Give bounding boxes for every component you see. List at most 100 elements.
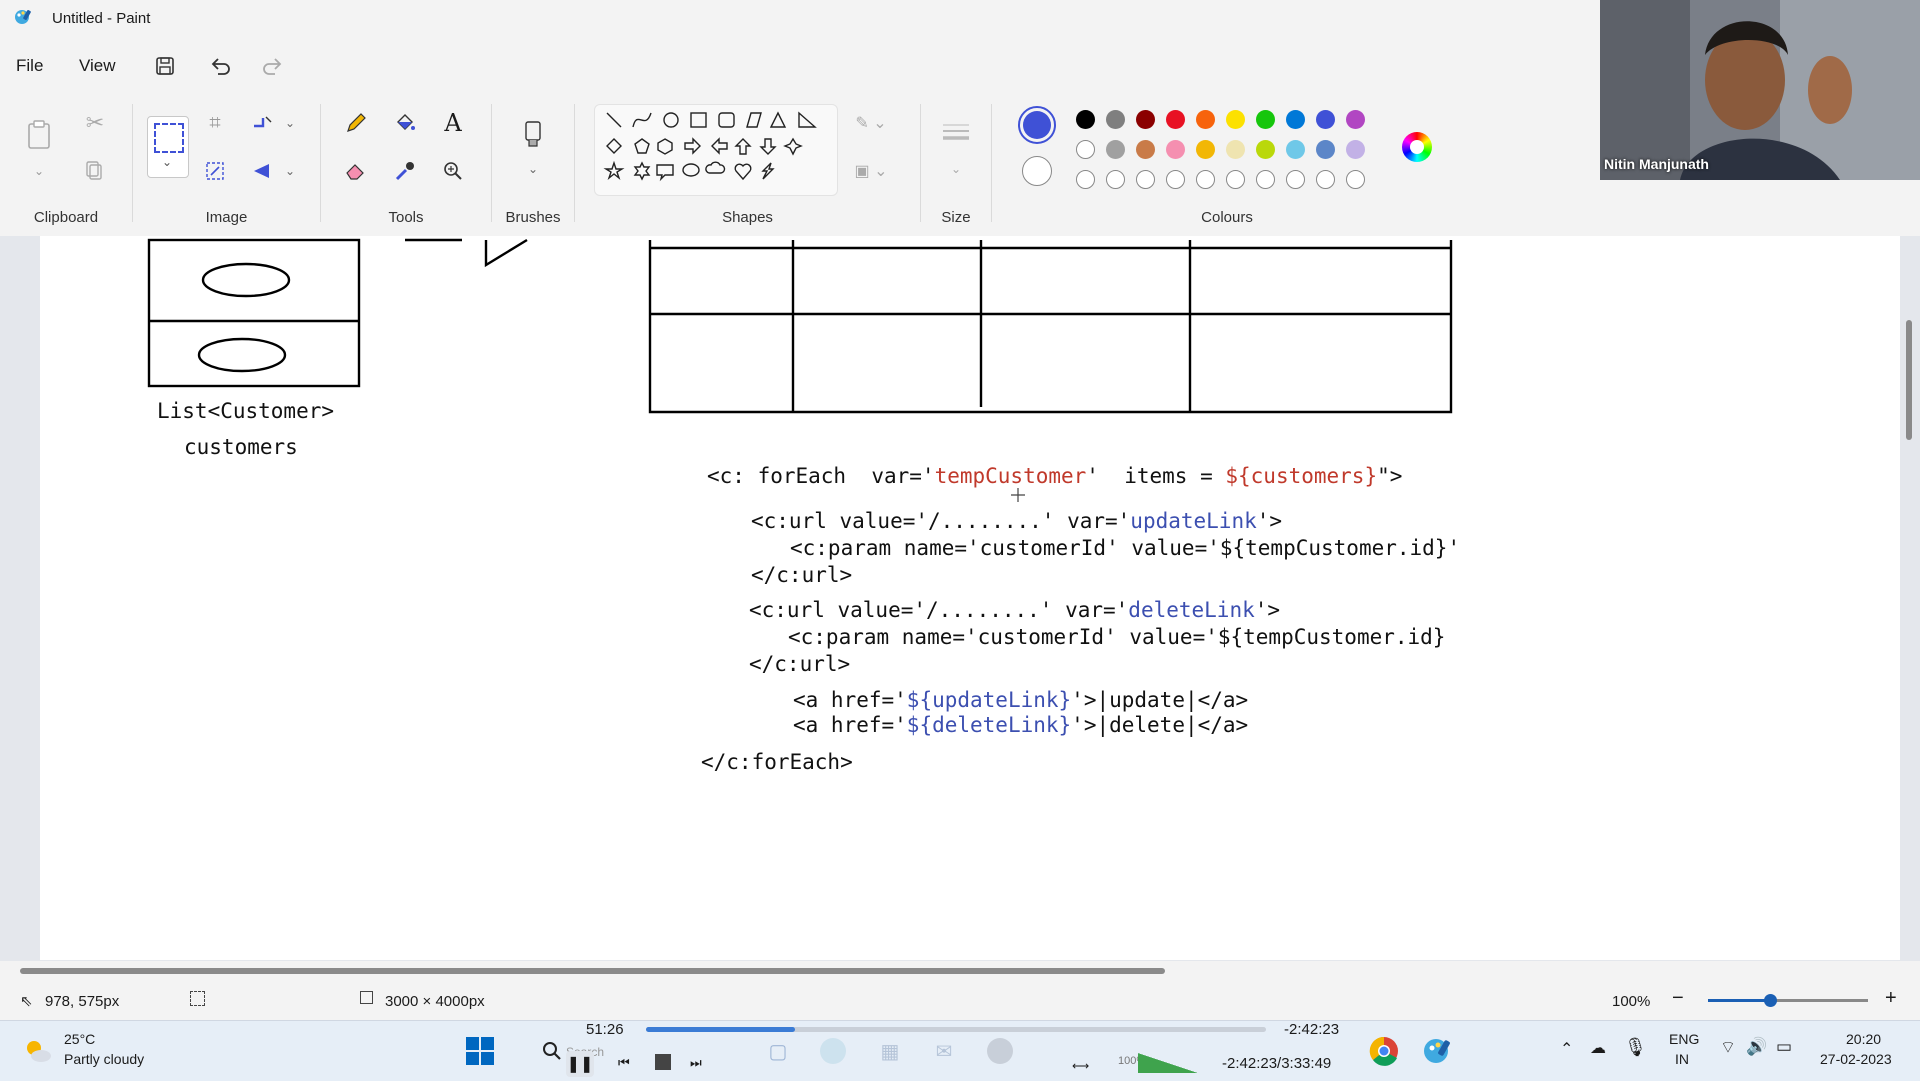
vertical-scrollbar[interactable]	[1906, 320, 1912, 440]
zoom-slider-thumb[interactable]	[1764, 994, 1777, 1007]
colour-swatch[interactable]	[1076, 170, 1095, 189]
text-icon[interactable]: A	[436, 106, 470, 140]
chevron-down-icon[interactable]: ⌄	[516, 152, 550, 186]
redo-icon[interactable]	[258, 52, 286, 80]
undo-icon[interactable]	[207, 52, 235, 80]
paint-taskbar-icon[interactable]	[1420, 1033, 1456, 1069]
size-lines-icon[interactable]	[939, 116, 973, 150]
outline-icon[interactable]: ✎ ⌄	[846, 106, 896, 140]
colour-swatch[interactable]	[1256, 140, 1275, 159]
horizontal-scrollbar[interactable]	[20, 968, 1165, 974]
colour-swatch[interactable]	[1106, 170, 1125, 189]
magnifier-icon[interactable]	[436, 154, 470, 188]
weather-icon[interactable]	[20, 1033, 56, 1069]
next-icon[interactable]: ⏭	[690, 1055, 702, 1071]
colour-swatch[interactable]	[1316, 170, 1335, 189]
language-line1[interactable]: ENG	[1669, 1031, 1699, 1047]
menu-view[interactable]: View	[79, 56, 116, 76]
colour-swatch[interactable]	[1106, 110, 1125, 129]
colour-swatch[interactable]	[1286, 170, 1305, 189]
color-picker-icon[interactable]	[388, 154, 422, 188]
colour-swatch[interactable]	[1136, 170, 1155, 189]
colour-swatch[interactable]	[1136, 110, 1155, 129]
clock-date[interactable]: 27-02-2023	[1820, 1051, 1892, 1067]
code-line-param-delete: <c:param name='customerId' value='${temp…	[788, 625, 1446, 649]
colour-swatch[interactable]	[1196, 140, 1215, 159]
colour-swatch[interactable]	[1256, 170, 1275, 189]
chevron-down-icon[interactable]: ⌄	[273, 154, 307, 188]
eraser-icon[interactable]	[339, 154, 373, 188]
colour-swatch[interactable]	[1256, 110, 1275, 129]
language-line2[interactable]: IN	[1675, 1051, 1689, 1067]
secondary-color-button[interactable]	[1022, 156, 1052, 186]
colour-swatch[interactable]	[1196, 170, 1215, 189]
battery-icon[interactable]: ▭	[1776, 1037, 1792, 1057]
resize-icon[interactable]	[198, 154, 232, 188]
fullscreen-icon[interactable]: ⟷	[1072, 1059, 1089, 1073]
chevron-down-icon[interactable]: ⌄	[273, 106, 307, 140]
copilot-icon[interactable]: ▢	[760, 1033, 796, 1069]
volume-bar[interactable]	[1138, 1053, 1198, 1073]
media-progress-track[interactable]	[646, 1027, 1266, 1032]
primary-color-button[interactable]	[1018, 106, 1056, 144]
chrome-icon[interactable]	[1366, 1033, 1402, 1069]
colour-swatch[interactable]	[1346, 170, 1365, 189]
colour-swatch[interactable]	[1346, 140, 1365, 159]
search-icon[interactable]	[534, 1033, 570, 1069]
colour-swatch[interactable]	[1166, 140, 1185, 159]
paste-icon[interactable]	[22, 118, 56, 152]
chevron-up-icon[interactable]: ⌃	[1560, 1039, 1573, 1059]
edge-icon[interactable]	[815, 1033, 851, 1069]
colour-swatch[interactable]	[1226, 140, 1245, 159]
temperature[interactable]: 25°C	[64, 1031, 95, 1047]
store-icon[interactable]: ▦	[872, 1033, 908, 1069]
colour-swatch[interactable]	[1166, 170, 1185, 189]
colour-swatch[interactable]	[1076, 110, 1095, 129]
chevron-down-icon[interactable]: ⌄	[939, 152, 973, 186]
colour-swatch[interactable]	[1316, 140, 1335, 159]
cut-icon[interactable]: ✂	[78, 106, 112, 140]
fill-style-icon[interactable]: ▣ ⌄	[846, 154, 896, 188]
select-button[interactable]: ⌄	[147, 116, 189, 178]
colour-swatch[interactable]	[1196, 110, 1215, 129]
colour-swatch[interactable]	[1226, 170, 1245, 189]
zoom-in-icon[interactable]: +	[1885, 987, 1897, 1010]
previous-icon[interactable]: ⏮	[618, 1055, 630, 1071]
colour-swatch[interactable]	[1316, 110, 1335, 129]
pause-icon[interactable]: ❚❚	[566, 1051, 594, 1077]
colour-swatch[interactable]	[1106, 140, 1125, 159]
stop-icon[interactable]	[655, 1054, 671, 1070]
onedrive-icon[interactable]: ☁	[1590, 1038, 1606, 1058]
list-element-oval	[201, 262, 291, 298]
menu-file[interactable]: File	[16, 56, 43, 76]
copy-icon[interactable]	[78, 154, 112, 188]
zoom-out-icon[interactable]: −	[1672, 987, 1684, 1010]
colour-swatch[interactable]	[1166, 110, 1185, 129]
pencil-icon[interactable]	[339, 106, 373, 140]
wifi-icon[interactable]: ⌔	[1720, 1037, 1736, 1058]
colour-swatch[interactable]	[1076, 140, 1095, 159]
microphone-icon[interactable]: 🎙	[1624, 1037, 1647, 1058]
drawing-canvas[interactable]: List<Customer> customers <c: forEach var…	[40, 236, 1900, 960]
speaker-icon[interactable]: 🔊	[1746, 1037, 1767, 1057]
brush-icon[interactable]	[516, 118, 550, 152]
colour-swatch[interactable]	[1286, 140, 1305, 159]
mail-icon[interactable]: ✉	[926, 1033, 962, 1069]
edit-colours-icon[interactable]	[1402, 132, 1432, 162]
save-icon[interactable]	[151, 52, 179, 80]
weather-condition[interactable]: Partly cloudy	[64, 1051, 144, 1067]
fill-icon[interactable]	[388, 106, 422, 140]
table-column-line	[791, 240, 1192, 412]
crop-icon[interactable]: ⌗	[198, 106, 232, 140]
windows-start-icon[interactable]	[462, 1033, 498, 1069]
zoom-slider[interactable]	[1708, 994, 1868, 1007]
clipboard-label: Clipboard	[33, 209, 99, 226]
colour-swatch[interactable]	[1226, 110, 1245, 129]
colour-swatch[interactable]	[1346, 110, 1365, 129]
triangle-shape-icon	[769, 111, 787, 128]
colour-swatch[interactable]	[1136, 140, 1155, 159]
media-app-icon[interactable]	[982, 1033, 1018, 1069]
colour-swatch[interactable]	[1286, 110, 1305, 129]
clock-time[interactable]: 20:20	[1846, 1031, 1881, 1047]
chevron-down-icon[interactable]: ⌄	[22, 154, 56, 188]
